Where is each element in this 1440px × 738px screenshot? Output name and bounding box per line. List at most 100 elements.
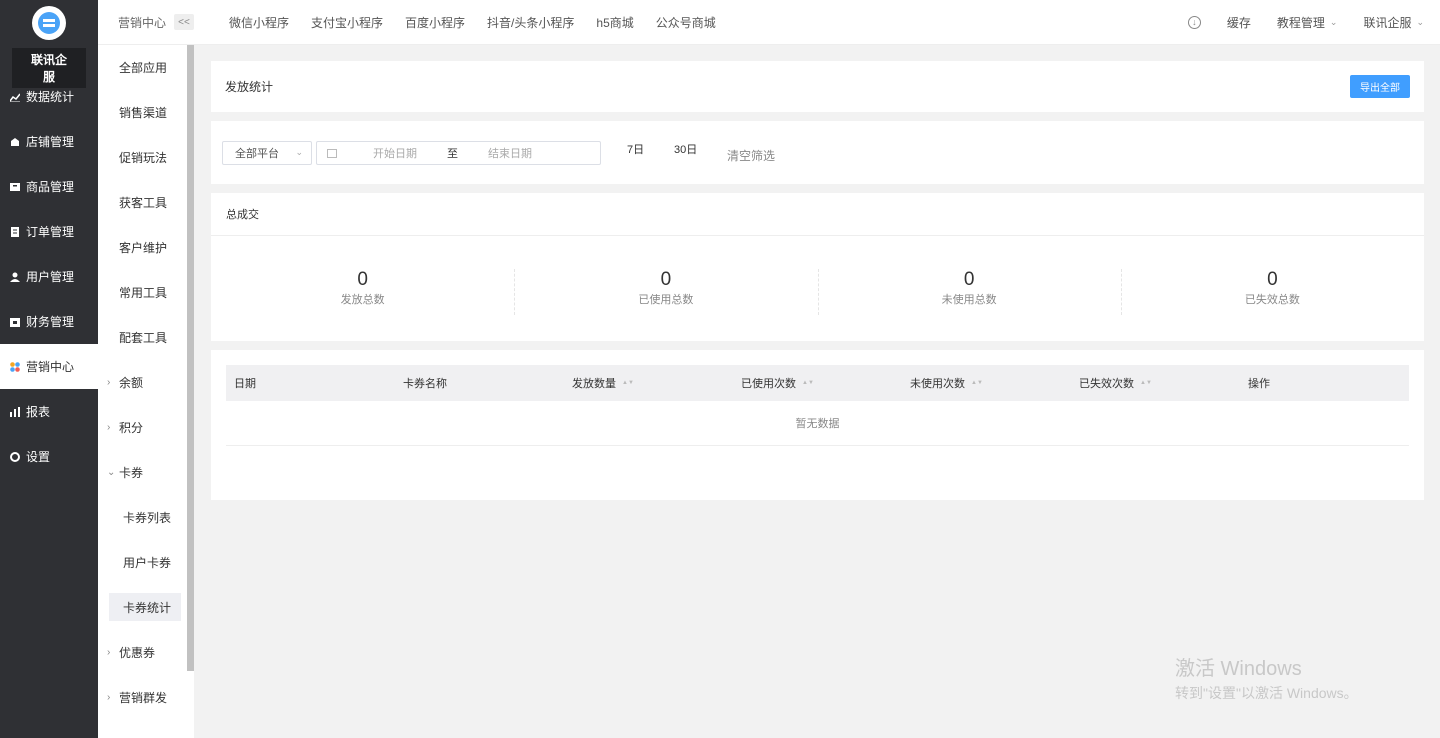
tutorial-menu[interactable]: 教程管理 ⌄ [1277, 14, 1338, 31]
quick-30-days[interactable]: 30日 [674, 141, 697, 157]
windows-activation-watermark: 激活 Windows 转到"设置"以激活 Windows。 [1175, 652, 1358, 703]
table-header: 日期 卡券名称 发放数量 ▲▼ 已使用次数 ▲▼ 未使用次数 ▲▼ 已失效次数 ▲▼ 操… [226, 365, 1409, 401]
goods-icon [10, 182, 20, 192]
top-right-actions: ↓ 缓存 教程管理 ⌄ 联讯企服 ⌄ [1162, 14, 1440, 31]
sidebar-item-orders[interactable]: 订单管理 [0, 209, 98, 254]
sub-item-all-apps[interactable]: 全部应用 [98, 45, 194, 90]
chevron-down-icon: ⌄ [1416, 16, 1424, 27]
sub-item-sales-channel[interactable]: 销售渠道 [98, 90, 194, 135]
export-all-button[interactable]: 导出全部 [1350, 75, 1410, 98]
sidebar-item-label: 数据统计 [26, 90, 75, 104]
chevron-right-icon: › [107, 377, 111, 388]
line-chart-icon [10, 92, 20, 102]
main-sidebar: 联讯企服 数据统计 店铺管理 商品管理 订单管理 用户管理 财务管理 营销中心 … [0, 0, 98, 738]
chevron-down-icon: ⌄ [295, 147, 303, 157]
sort-icon[interactable]: ▲▼ [622, 380, 634, 386]
sub-group-discount-coupon[interactable]: › 优惠券 [98, 630, 194, 675]
watermark-line2: 转到"设置"以激活 Windows。 [1175, 685, 1358, 701]
column-header-used-count[interactable]: 已使用次数 ▲▼ [733, 375, 902, 391]
sub-group-label: 卡券 [119, 466, 144, 480]
account-label: 联讯企服 [1363, 15, 1412, 30]
tab-alipay-miniprogram[interactable]: 支付宝小程序 [311, 14, 383, 31]
end-date-input[interactable]: 结束日期 [488, 145, 532, 161]
column-header-issued-count[interactable]: 发放数量 ▲▼ [564, 375, 733, 391]
clear-filter-button[interactable]: 清空筛选 [727, 147, 775, 164]
sidebar-item-store[interactable]: 店铺管理 [0, 119, 98, 164]
sub-item-promotion[interactable]: 促销玩法 [98, 135, 194, 180]
sub-item-user-coupons[interactable]: 用户卡券 [98, 540, 194, 585]
tab-h5-mall[interactable]: h5商城 [596, 14, 633, 31]
sidebar-item-settings[interactable]: 设置 [0, 434, 98, 479]
sidebar-item-label: 用户管理 [26, 270, 75, 284]
sidebar-item-label: 报表 [26, 405, 51, 419]
stat-value: 0 [963, 269, 975, 290]
sub-item-coupon-list[interactable]: 卡券列表 [98, 495, 194, 540]
sub-group-mass-message[interactable]: › 营销群发 [98, 675, 194, 720]
sidebar-item-reports[interactable]: 报表 [0, 389, 98, 434]
sub-item-common-tools[interactable]: 常用工具 [98, 270, 194, 315]
sub-group-coupon[interactable]: ⌄ 卡券 [98, 450, 194, 495]
sub-group-label: 积分 [119, 421, 144, 435]
tab-douyin-miniprogram[interactable]: 抖音/头条小程序 [487, 14, 574, 31]
sort-icon[interactable]: ▲▼ [802, 380, 814, 386]
sub-item-customer-care[interactable]: 客户维护 [98, 225, 194, 270]
stat-expired: 0 已失效总数 [1120, 269, 1424, 315]
chevron-right-icon: › [107, 692, 111, 703]
account-menu[interactable]: 联讯企服 ⌄ [1363, 14, 1424, 31]
stat-used: 0 已使用总数 [514, 269, 817, 315]
secondary-sidebar-title: 营销中心 [118, 15, 167, 30]
date-range-picker[interactable]: 开始日期 至 结束日期 [316, 141, 601, 165]
sub-item-acquisition[interactable]: 获客工具 [98, 180, 194, 225]
sub-item-coupon-stats[interactable]: 卡券统计 [109, 593, 181, 621]
column-header-coupon-name: 卡券名称 [403, 378, 447, 390]
sub-group-label: 优惠券 [119, 646, 156, 660]
sidebar-item-users[interactable]: 用户管理 [0, 254, 98, 299]
quick-7-days[interactable]: 7日 [627, 141, 644, 157]
sidebar-item-label: 营销中心 [26, 360, 75, 374]
start-date-input[interactable]: 开始日期 [373, 145, 447, 161]
marketing-icon [10, 361, 20, 372]
brand-area: 联讯企服 [0, 0, 98, 88]
column-header-actions: 操作 [1248, 378, 1270, 390]
report-icon [10, 406, 20, 417]
cache-button[interactable]: 缓存 [1227, 14, 1251, 31]
platform-select[interactable]: 全部平台 ⌄ [222, 141, 312, 165]
stat-label: 已使用总数 [638, 294, 694, 306]
page-title: 发放统计 [225, 80, 274, 94]
store-icon [10, 137, 20, 147]
sidebar-scrollbar[interactable] [187, 45, 194, 671]
stat-value: 0 [660, 269, 672, 290]
sub-group-balance[interactable]: › 余额 [98, 360, 194, 405]
chevron-down-icon: ⌄ [1329, 16, 1338, 27]
settings-icon [10, 451, 20, 462]
column-header-unused-count[interactable]: 未使用次数 ▲▼ [902, 375, 1071, 391]
order-icon [10, 226, 20, 237]
top-nav: 微信小程序 支付宝小程序 百度小程序 抖音/头条小程序 h5商城 公众号商城 ↓… [194, 0, 1440, 45]
table-card: 日期 卡券名称 发放数量 ▲▼ 已使用次数 ▲▼ 未使用次数 ▲▼ 已失效次数 ▲▼ 操… [211, 350, 1424, 500]
tab-wechat-miniprogram[interactable]: 微信小程序 [229, 14, 289, 31]
tab-baidu-miniprogram[interactable]: 百度小程序 [405, 14, 465, 31]
sidebar-item-goods[interactable]: 商品管理 [0, 164, 98, 209]
column-header-expired-count[interactable]: 已失效次数 ▲▼ [1071, 375, 1240, 391]
download-icon[interactable]: ↓ [1187, 15, 1201, 29]
secondary-sidebar: 营销中心 << 全部应用 销售渠道 促销玩法 获客工具 客户维护 常用工具 配套… [98, 0, 194, 738]
sidebar-item-finance[interactable]: 财务管理 [0, 299, 98, 344]
sort-icon[interactable]: ▲▼ [1140, 380, 1152, 386]
collapse-button[interactable]: << [174, 14, 194, 30]
tab-official-account-mall[interactable]: 公众号商城 [656, 14, 716, 31]
stat-label: 已失效总数 [1244, 294, 1300, 306]
sidebar-item-label: 商品管理 [26, 180, 75, 194]
stats-table: 日期 卡券名称 发放数量 ▲▼ 已使用次数 ▲▼ 未使用次数 ▲▼ 已失效次数 ▲▼ 操… [226, 365, 1409, 446]
sub-group-points[interactable]: › 积分 [98, 405, 194, 450]
date-separator: 至 [447, 148, 458, 160]
column-header-date: 日期 [234, 378, 256, 390]
sort-icon[interactable]: ▲▼ [971, 380, 983, 386]
stat-unused: 0 未使用总数 [817, 269, 1121, 315]
header-card: 发放统计 导出全部 [211, 61, 1424, 112]
tutorial-label: 教程管理 [1276, 15, 1325, 30]
filter-card: 全部平台 ⌄ 开始日期 至 结束日期 7日 30日 清空筛选 [211, 121, 1424, 184]
sub-item-support-tools[interactable]: 配套工具 [98, 315, 194, 360]
sidebar-item-marketing[interactable]: 营销中心 [0, 344, 98, 389]
brand-name: 联讯企服 [12, 48, 86, 88]
stats-row: 0 发放总数 0 已使用总数 0 未使用总数 0 已失效总数 [211, 236, 1424, 340]
